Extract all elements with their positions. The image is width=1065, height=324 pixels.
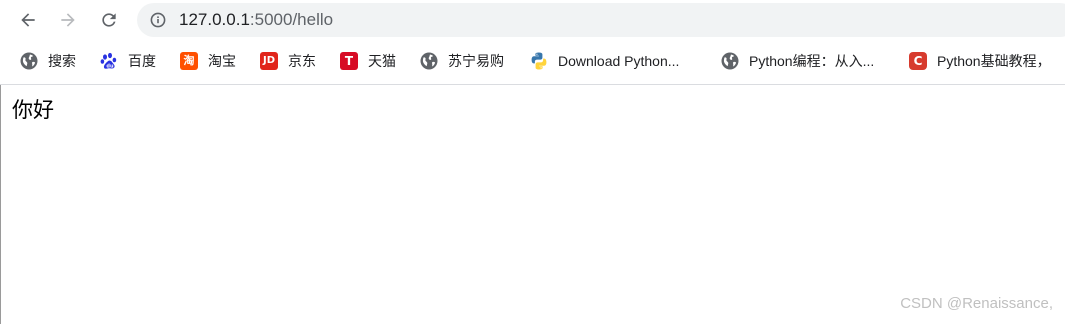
bookmark-label: 京东 <box>288 53 316 69</box>
bookmark-label: 搜索 <box>48 53 76 69</box>
bookmark-label: Python基础教程， <box>937 53 1051 69</box>
page-body-text: 你好 <box>12 98 54 122</box>
bookmark-baidu[interactable]: du 百度 <box>99 50 156 72</box>
bookmark-suning[interactable]: 苏宁易购 <box>419 50 504 72</box>
bookmark-label: 天猫 <box>368 53 396 69</box>
globe-icon <box>19 51 39 71</box>
address-bar[interactable]: 127.0.0.1:5000/hello <box>137 3 1065 37</box>
bookmark-search[interactable]: 搜索 <box>19 50 76 72</box>
url-path: :5000/hello <box>249 10 334 29</box>
info-icon[interactable] <box>150 12 166 28</box>
reload-button[interactable] <box>95 6 123 34</box>
bookmark-python-programming[interactable]: Python编程：从入... <box>720 50 874 72</box>
arrow-left-icon <box>21 13 35 27</box>
bookmark-download-python[interactable]: Download Python... <box>529 50 679 72</box>
globe-icon <box>720 51 740 71</box>
python-icon <box>529 51 549 71</box>
browser-toolbar: 127.0.0.1:5000/hello 搜索 du 百度 淘 淘宝 JD 京东 <box>0 0 1065 85</box>
forward-button[interactable] <box>54 6 82 34</box>
url-host: 127.0.0.1 <box>179 10 250 29</box>
bookmark-jd[interactable]: JD 京东 <box>259 50 316 72</box>
bookmark-python-basics[interactable]: C Python基础教程， <box>908 50 1051 72</box>
watermark: CSDN @Renaissance, <box>900 295 1053 312</box>
arrow-right-icon <box>61 13 75 27</box>
baidu-paw-icon: du <box>99 51 119 71</box>
globe-icon <box>419 51 439 71</box>
reload-icon <box>102 13 116 27</box>
bookmark-tmall[interactable]: T 天猫 <box>339 50 396 72</box>
jd-icon: JD <box>259 51 279 71</box>
bookmark-label: Download Python... <box>558 53 680 69</box>
bookmark-label: 苏宁易购 <box>448 53 504 69</box>
bookmark-label: 百度 <box>128 53 156 69</box>
tmall-icon: T <box>339 51 359 71</box>
url-text[interactable]: 127.0.0.1:5000/hello <box>179 10 333 30</box>
bookmark-taobao[interactable]: 淘 淘宝 <box>179 50 236 72</box>
bookmark-label: 淘宝 <box>208 53 236 69</box>
csdn-icon: C <box>908 51 928 71</box>
back-button[interactable] <box>14 6 42 34</box>
taobao-icon: 淘 <box>179 51 199 71</box>
bookmark-label: Python编程：从入... <box>749 53 875 69</box>
bookmarks-bar: 搜索 du 百度 淘 淘宝 JD 京东 T 天猫 苏宁易购 Download P… <box>0 46 1065 76</box>
svg-text:du: du <box>106 64 114 70</box>
